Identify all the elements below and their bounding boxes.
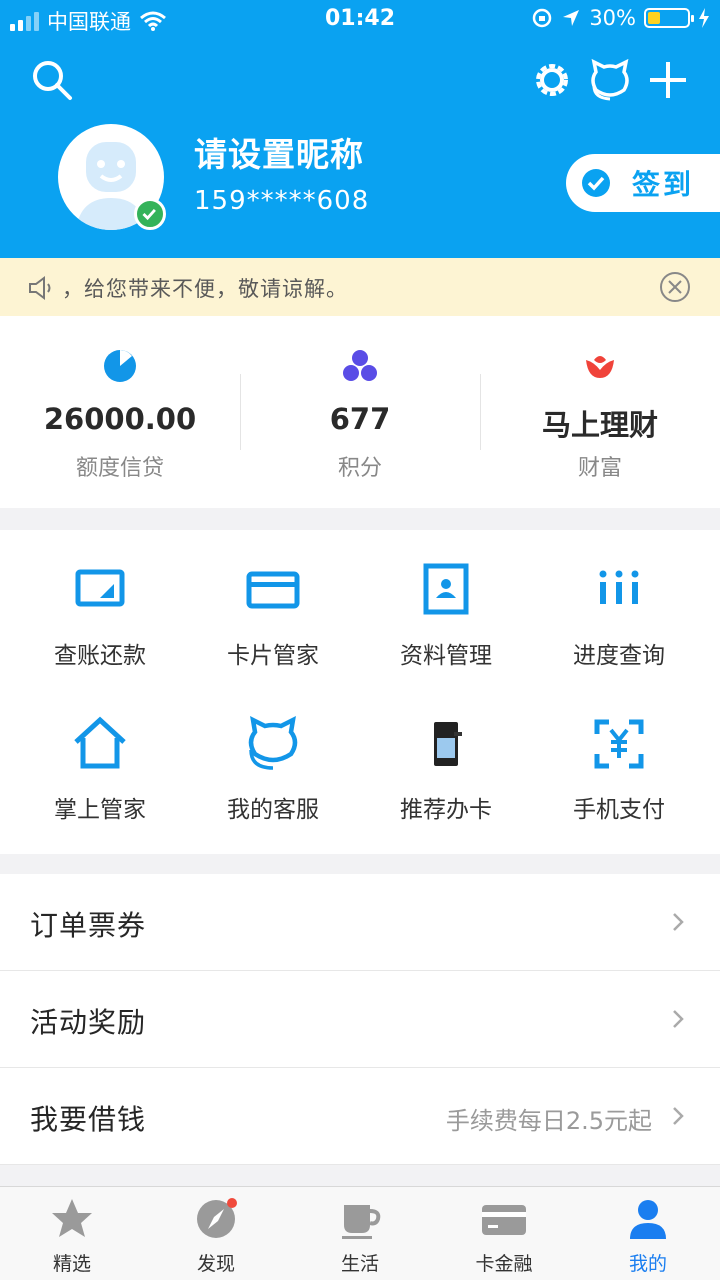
notice-text: ，给您带来不便，敬请谅解。 (62, 277, 348, 301)
grid-label: 手机支付 (573, 797, 665, 823)
grid-label: 资料管理 (400, 643, 492, 669)
person-icon (630, 1200, 666, 1239)
chevron-right-icon (673, 1107, 684, 1125)
water-dispenser-icon (434, 722, 462, 766)
location-icon (563, 10, 580, 26)
gear-icon[interactable] (530, 58, 574, 102)
grid-label: 卡片管家 (227, 643, 319, 669)
grid-item-pay[interactable]: 手机支付 (533, 684, 705, 834)
battery-percent: 30% (589, 6, 636, 30)
customer-service-icon[interactable] (588, 58, 632, 102)
service-grid: 查账还款 卡片管家 资料管理 进度查询 掌上管家 我的客服 推荐办卡 手机支付 (0, 530, 720, 854)
tab-discover[interactable]: 发现 (144, 1187, 288, 1280)
menu-list: 订单票券 活动奖励 我要借钱 手续费每日2.5元起 (0, 874, 720, 1165)
tab-label: 卡金融 (475, 1253, 533, 1275)
grid-label: 查账还款 (54, 643, 146, 669)
grid-label: 我的客服 (227, 797, 319, 823)
list-label: 活动奖励 (30, 1006, 147, 1039)
compass-icon (197, 1198, 237, 1238)
list-item-orders[interactable]: 订单票券 (0, 874, 720, 971)
tab-label: 精选 (52, 1253, 91, 1275)
tab-featured[interactable]: 精选 (0, 1187, 144, 1280)
signin-button[interactable]: 签到 (566, 154, 720, 212)
pie-icon (104, 350, 136, 382)
stat-value: 677 (329, 402, 391, 436)
nickname[interactable]: 请设置昵称 (194, 128, 364, 176)
list-item-rewards[interactable]: 活动奖励 (0, 971, 720, 1068)
stat-credit[interactable]: 26000.00 额度信贷 (0, 316, 240, 508)
stat-value: 马上理财 (541, 408, 658, 442)
stat-value: 26000.00 (43, 402, 197, 436)
grid-item-profile[interactable]: 资料管理 (360, 530, 532, 680)
card-icon (246, 571, 300, 609)
scan-pay-icon (594, 719, 644, 769)
grid-item-recommend[interactable]: 推荐办卡 (360, 684, 532, 834)
add-icon[interactable] (646, 58, 690, 102)
list-label: 我要借钱 (30, 1103, 147, 1136)
tab-card-finance[interactable]: 卡金融 (432, 1187, 576, 1280)
charging-icon (699, 8, 709, 28)
profile-header: 中国联通 01:42 30% 请设置昵称 159*****608 签到 (0, 0, 720, 258)
grid-label: 推荐办卡 (400, 797, 492, 823)
stat-label: 额度信贷 (75, 456, 164, 481)
cup-icon (342, 1205, 381, 1239)
list-detail: 手续费每日2.5元起 (445, 1107, 652, 1135)
grid-label: 进度查询 (573, 643, 665, 669)
close-icon[interactable] (658, 270, 692, 304)
grid-item-progress[interactable]: 进度查询 (533, 530, 705, 680)
stat-label: 积分 (337, 456, 382, 481)
tab-label: 我的 (628, 1253, 667, 1275)
home-icon (74, 716, 126, 769)
chevron-right-icon (673, 1010, 684, 1028)
grid-item-home[interactable]: 掌上管家 (14, 684, 186, 834)
grid-label: 掌上管家 (54, 797, 146, 823)
lotus-icon (586, 356, 614, 378)
card-icon (482, 1205, 526, 1235)
list-item-loan[interactable]: 我要借钱 手续费每日2.5元起 (0, 1068, 720, 1165)
check-icon (582, 169, 610, 197)
grid-item-card[interactable]: 卡片管家 (187, 530, 359, 680)
signin-label: 签到 (632, 168, 695, 201)
verified-badge-icon (134, 198, 166, 230)
progress-icon (599, 570, 639, 604)
search-icon[interactable] (30, 58, 74, 102)
status-bar: 中国联通 01:42 30% (0, 0, 720, 40)
service-icon (248, 716, 298, 770)
bill-icon (75, 569, 125, 607)
battery-icon (644, 8, 694, 28)
speaker-icon (29, 276, 51, 300)
list-label: 订单票券 (30, 909, 147, 942)
tab-label: 生活 (340, 1253, 379, 1275)
tab-life[interactable]: 生活 (288, 1187, 432, 1280)
tab-mine[interactable]: 我的 (576, 1187, 720, 1280)
tab-bar: 精选 发现 生活 卡金融 我的 (0, 1186, 720, 1280)
stat-points[interactable]: 677 积分 (240, 316, 480, 508)
stat-label: 财富 (577, 456, 622, 481)
notice-bar: ，给您带来不便，敬请谅解。 (0, 258, 720, 316)
phone-number: 159*****608 (194, 186, 370, 216)
grid-item-bill[interactable]: 查账还款 (14, 530, 186, 680)
dots-icon (343, 350, 377, 381)
chevron-right-icon (673, 913, 684, 931)
rotation-lock-icon (533, 8, 552, 28)
tab-label: 发现 (196, 1253, 235, 1275)
stats-panel: 26000.00 额度信贷 677 积分 马上理财 财富 (0, 316, 720, 508)
grid-item-service[interactable]: 我的客服 (187, 684, 359, 834)
stat-wealth[interactable]: 马上理财 财富 (480, 316, 720, 508)
profile-icon (423, 563, 469, 615)
star-icon (52, 1199, 92, 1237)
